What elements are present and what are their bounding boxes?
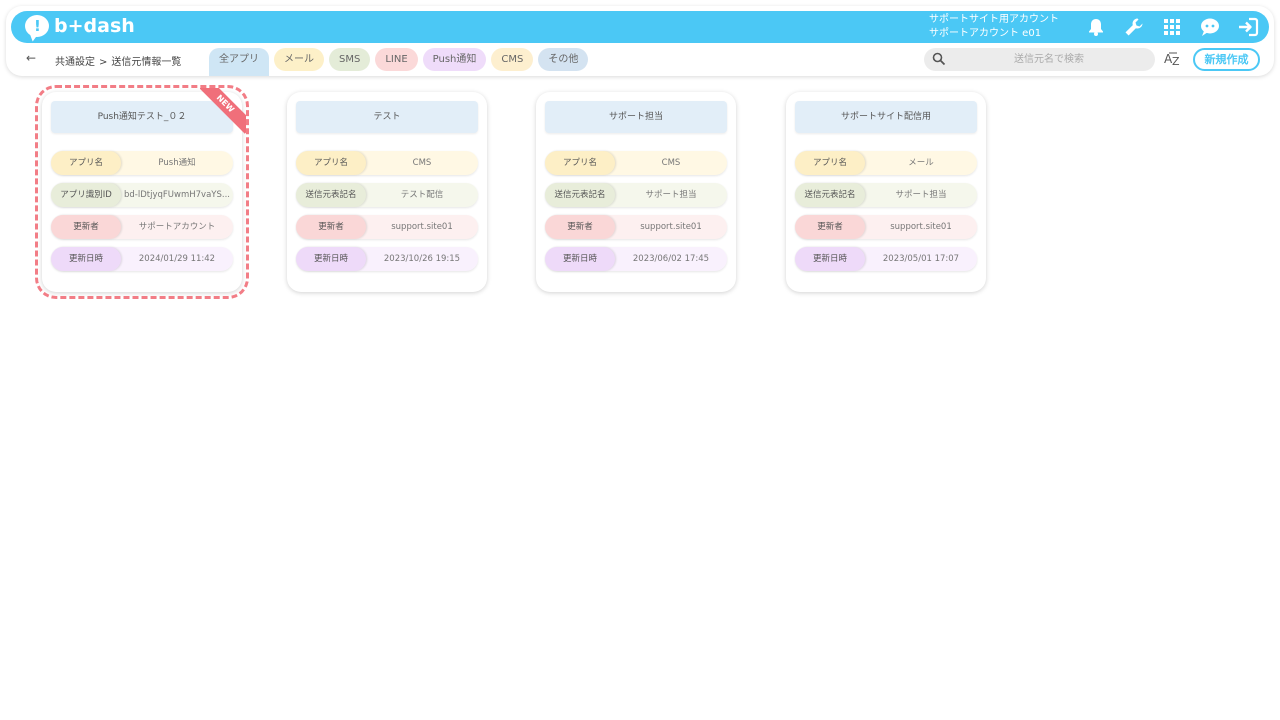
card-title: テスト xyxy=(296,101,478,133)
row-label: 送信元表記名 xyxy=(296,183,366,207)
row-value: サポート担当 xyxy=(645,190,697,200)
logo-text: b+dash xyxy=(54,15,135,37)
card-row-updated-at: 更新日時 2024/01/29 11:42 xyxy=(51,247,233,271)
new-badge: NEW xyxy=(200,88,246,134)
tab-cms[interactable]: CMS xyxy=(491,48,534,71)
app-logo[interactable]: ! b+dash xyxy=(25,15,135,37)
card-row-sender-name: 送信元表記名 サポート担当 xyxy=(795,183,977,207)
card-title: サポート担当 xyxy=(545,101,727,133)
sender-card[interactable]: サポートサイト配信用 アプリ名 メール 送信元表記名 サポート担当 更新者 suppo… xyxy=(786,92,986,292)
top-bar: ! b+dash サポートサイト用アカウント サポートアカウント e01 xyxy=(11,11,1269,43)
card-row-sender-name: 送信元表記名 サポート担当 xyxy=(545,183,727,207)
app-filter-tabs: 全アプリ メール SMS LINE Push通知 CMS その他 xyxy=(209,48,589,76)
account-line-2: サポートアカウント e01 xyxy=(929,28,1042,39)
tab-all-apps[interactable]: 全アプリ xyxy=(209,48,269,76)
card-row-updated-at: 更新日時 2023/05/01 17:07 xyxy=(795,247,977,271)
row-value: support.site01 xyxy=(640,222,702,232)
logo-mark: ! xyxy=(34,17,41,35)
row-value: bd-lDtjyqFUwmH7vaYS... xyxy=(124,190,230,200)
search-input[interactable] xyxy=(950,48,1148,71)
row-value: 2023/06/02 17:45 xyxy=(632,254,710,264)
row-value: サポートアカウント xyxy=(138,222,216,232)
row-value: 2024/01/29 11:42 xyxy=(138,254,216,264)
card-row-updater: 更新者 サポートアカウント xyxy=(51,215,233,239)
row-label: 送信元表記名 xyxy=(545,183,615,207)
row-label: 更新者 xyxy=(296,215,366,239)
row-label: 更新者 xyxy=(545,215,615,239)
row-value: CMS xyxy=(661,158,681,168)
tab-sms[interactable]: SMS xyxy=(329,48,371,71)
sort-az-icon[interactable]: AZ xyxy=(1164,51,1182,70)
row-label: アプリ名 xyxy=(51,151,121,175)
row-label: アプリ名 xyxy=(296,151,366,175)
create-new-button[interactable]: 新規作成 xyxy=(1193,48,1260,71)
row-label: 更新日時 xyxy=(545,247,615,271)
row-label: 更新日時 xyxy=(296,247,366,271)
card-row-app-id: アプリ識別ID bd-lDtjyqFUwmH7vaYS... xyxy=(51,183,233,207)
card-row-app-name: アプリ名 メール xyxy=(795,151,977,175)
breadcrumb-item-sender-list: 送信元情報一覧 xyxy=(111,57,182,68)
bell-icon[interactable] xyxy=(1077,15,1115,39)
logout-icon[interactable] xyxy=(1229,15,1267,39)
card-row-updated-at: 更新日時 2023/10/26 19:15 xyxy=(296,247,478,271)
breadcrumb: 共通設定 > 送信元情報一覧 xyxy=(55,53,181,68)
back-arrow-icon[interactable]: ← xyxy=(26,51,36,65)
card-row-app-name: アプリ名 Push通知 xyxy=(51,151,233,175)
tab-mail[interactable]: メール xyxy=(274,48,324,71)
svg-text:Z: Z xyxy=(1172,55,1180,67)
row-label: 更新者 xyxy=(51,215,121,239)
search-box xyxy=(924,48,1155,71)
account-info: サポートサイト用アカウント サポートアカウント e01 xyxy=(929,13,1059,41)
grid-icon[interactable] xyxy=(1153,15,1191,39)
account-line-1: サポートサイト用アカウント xyxy=(929,14,1059,25)
card-row-sender-name: 送信元表記名 テスト配信 xyxy=(296,183,478,207)
card-row-app-name: アプリ名 CMS xyxy=(296,151,478,175)
row-value: support.site01 xyxy=(391,222,453,232)
row-label: 更新日時 xyxy=(795,247,865,271)
row-value: テスト配信 xyxy=(400,190,444,200)
row-label: アプリ名 xyxy=(545,151,615,175)
sub-toolbar: ← 共通設定 > 送信元情報一覧 全アプリ メール SMS LINE Push通知 … xyxy=(11,46,1269,76)
wrench-icon[interactable] xyxy=(1115,15,1153,39)
card-row-updater: 更新者 support.site01 xyxy=(795,215,977,239)
tab-push[interactable]: Push通知 xyxy=(422,48,487,71)
search-icon xyxy=(932,52,946,66)
sender-card[interactable]: サポート担当 アプリ名 CMS 送信元表記名 サポート担当 更新者 support.s… xyxy=(536,92,736,292)
row-label: 送信元表記名 xyxy=(795,183,865,207)
card-row-updater: 更新者 support.site01 xyxy=(296,215,478,239)
new-ribbon: NEW xyxy=(200,88,246,134)
row-value: support.site01 xyxy=(890,222,952,232)
card-row-updated-at: 更新日時 2023/06/02 17:45 xyxy=(545,247,727,271)
row-value: サポート担当 xyxy=(895,190,947,200)
card-title: サポートサイト配信用 xyxy=(795,101,977,133)
row-label: アプリ名 xyxy=(795,151,865,175)
sender-card[interactable]: Push通知テスト_０２ NEW アプリ名 Push通知 アプリ識別ID bd-lD… xyxy=(35,85,249,299)
sender-card[interactable]: テスト アプリ名 CMS 送信元表記名 テスト配信 更新者 support.site0… xyxy=(287,92,487,292)
row-label: 更新者 xyxy=(795,215,865,239)
logo-bubble-icon: ! xyxy=(25,15,49,37)
card-row-app-name: アプリ名 CMS xyxy=(545,151,727,175)
header-icons xyxy=(1077,15,1267,39)
tab-other[interactable]: その他 xyxy=(538,48,589,71)
card-row-updater: 更新者 support.site01 xyxy=(545,215,727,239)
row-label: アプリ識別ID xyxy=(51,183,121,207)
row-label: 更新日時 xyxy=(51,247,121,271)
tab-line[interactable]: LINE xyxy=(375,48,418,71)
row-value: 2023/10/26 19:15 xyxy=(383,254,461,264)
row-value: メール xyxy=(908,158,934,168)
row-value: CMS xyxy=(412,158,432,168)
row-value: 2023/05/01 17:07 xyxy=(882,254,960,264)
breadcrumb-item-common-settings[interactable]: 共通設定 xyxy=(55,57,95,68)
row-value: Push通知 xyxy=(158,158,196,168)
breadcrumb-separator: > xyxy=(99,57,108,68)
chat-bot-icon[interactable] xyxy=(1191,15,1229,39)
